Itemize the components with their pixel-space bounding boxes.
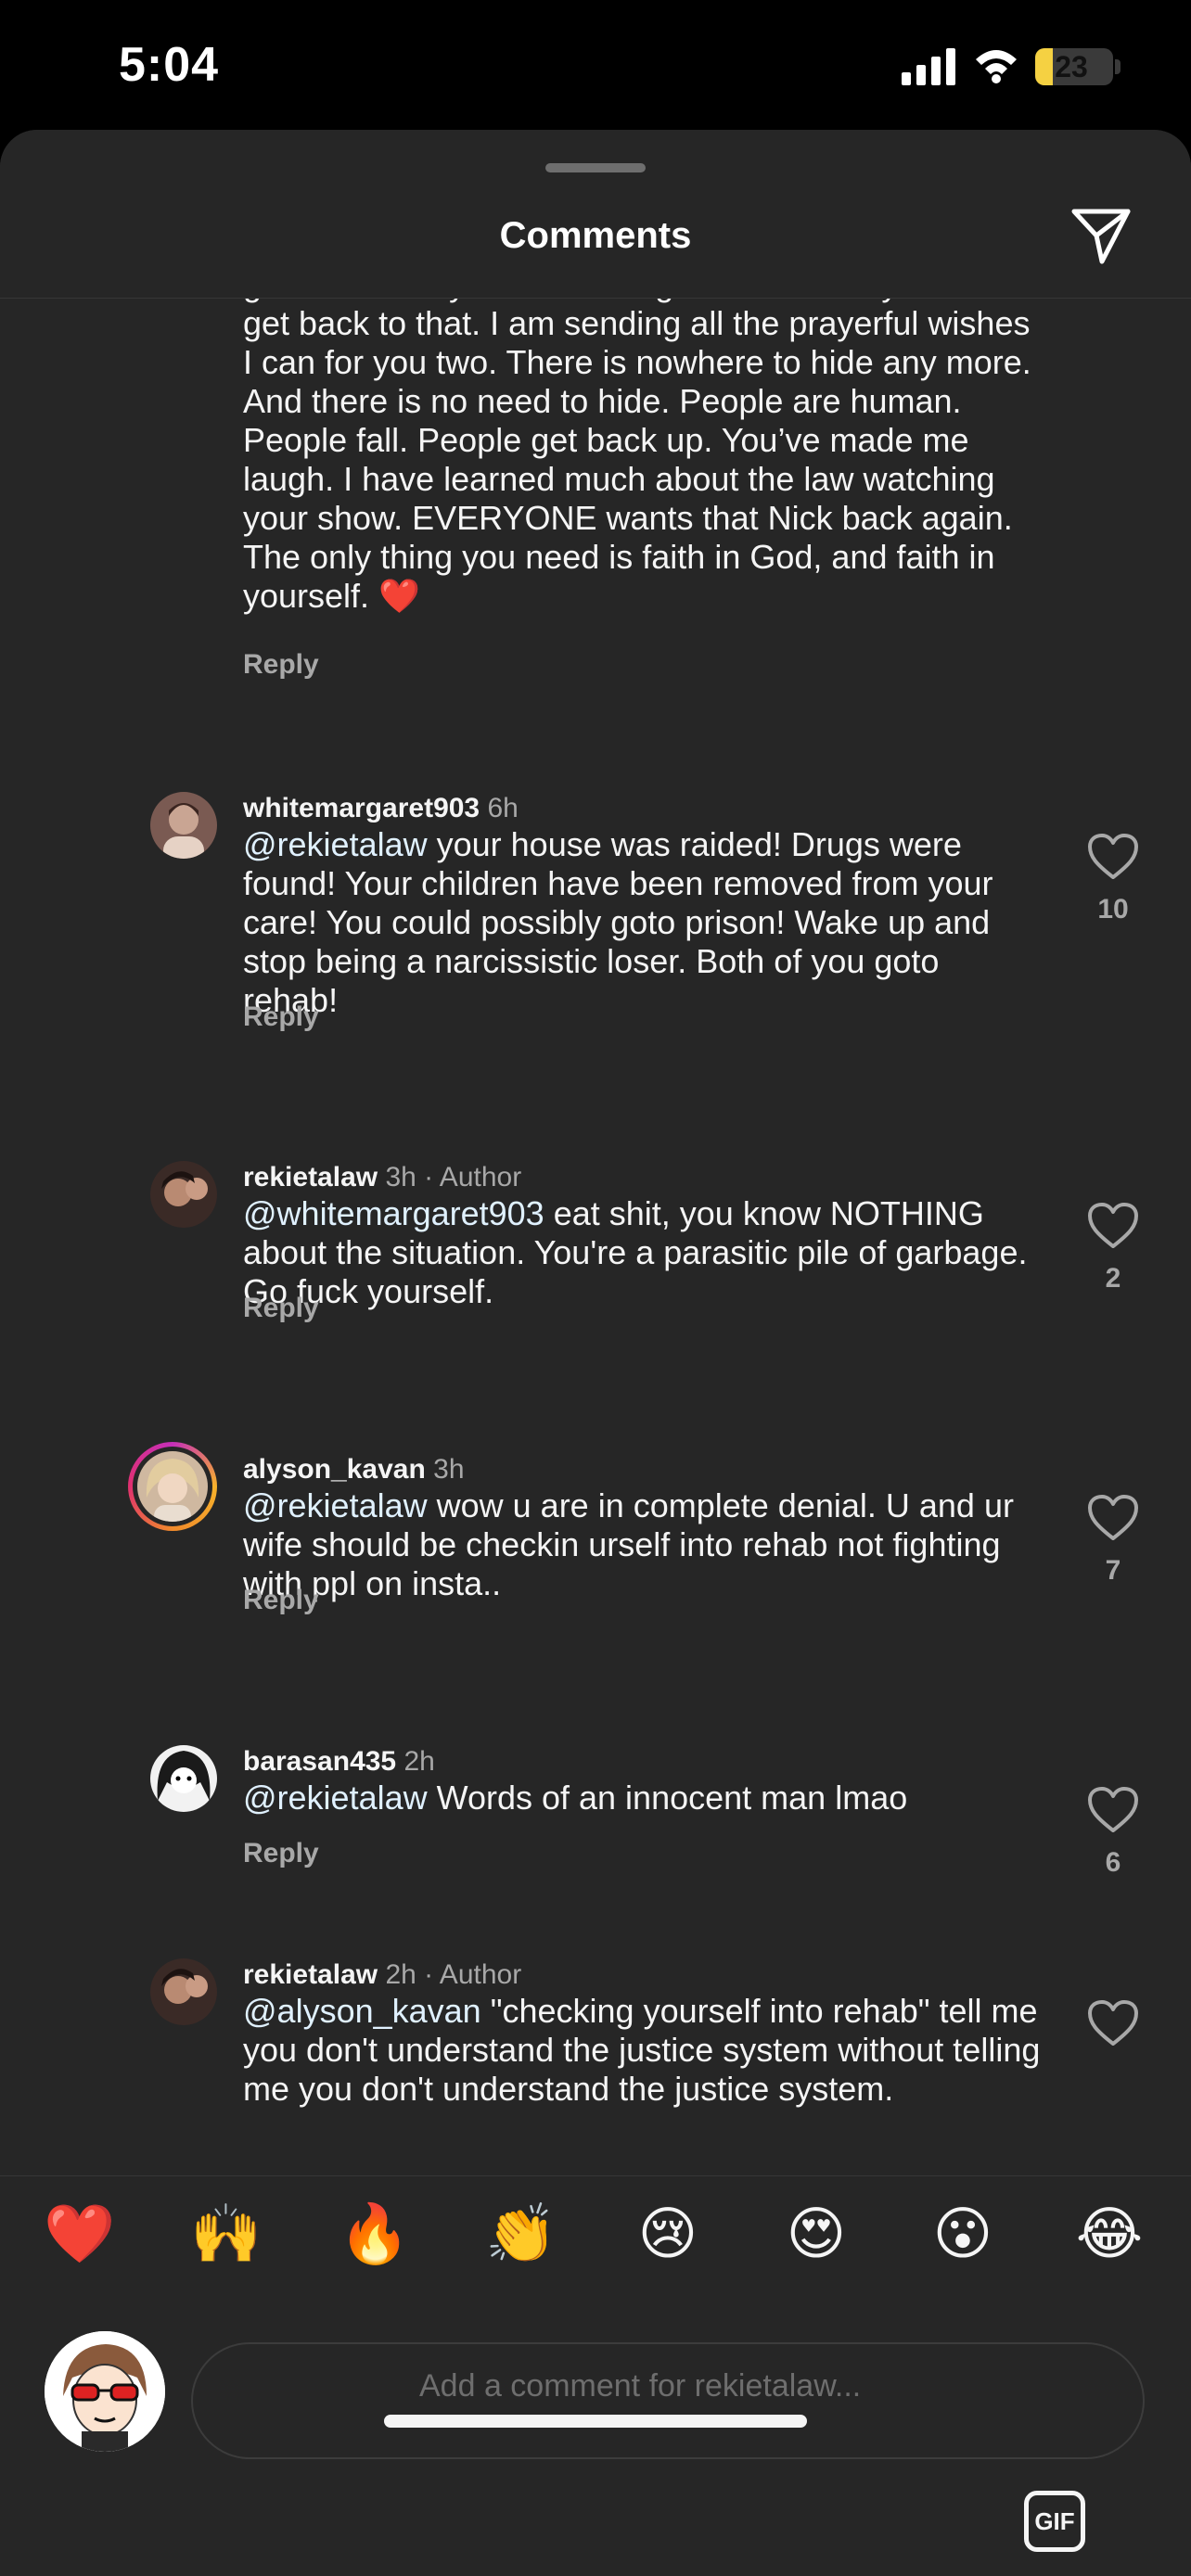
- my-avatar: [45, 2331, 165, 2452]
- heart-icon[interactable]: [1087, 1494, 1139, 1542]
- username[interactable]: alyson_kavan: [243, 1454, 426, 1485]
- comment-text: @rekietalaw Words of an innocent man lma…: [243, 1779, 1041, 1817]
- comment-time: 6h: [487, 793, 519, 823]
- status-time: 5:04: [119, 38, 220, 92]
- comment-text: great Dad. Kayla an amazing Mom. I know …: [243, 299, 1031, 615]
- battery-percent: 23: [1055, 50, 1088, 83]
- comment-meta: rekietalaw 2h · Author: [243, 1958, 521, 1992]
- like-count: 6: [1105, 1847, 1121, 1878]
- like-count: 7: [1105, 1555, 1121, 1586]
- reply-button[interactable]: Reply: [243, 1293, 319, 1324]
- battery-tip: [1115, 59, 1121, 74]
- comment-time: 2h: [403, 1746, 435, 1777]
- mention-link[interactable]: @alyson_kavan: [243, 1992, 481, 2030]
- avatar[interactable]: [150, 1958, 217, 2025]
- gif-button[interactable]: GIF: [1024, 2491, 1085, 2552]
- heart-icon[interactable]: [1087, 1786, 1139, 1834]
- avatar-story-ring[interactable]: [128, 1442, 217, 1531]
- comment-meta: rekietalaw 3h · Author: [243, 1161, 521, 1194]
- home-indicator[interactable]: [384, 2415, 807, 2428]
- comment-text: @whitemargaret903 eat shit, you know NOT…: [243, 1194, 1041, 1311]
- heart-icon[interactable]: [1087, 833, 1139, 881]
- mention-link[interactable]: @rekietalaw: [243, 1486, 428, 1524]
- reaction-surprised[interactable]: 😮: [926, 2197, 1000, 2271]
- cellular-signal-icon: [902, 48, 955, 85]
- sheet-header: Comments: [0, 130, 1191, 299]
- username[interactable]: whitemargaret903: [243, 793, 480, 823]
- comment-input-placeholder: Add a comment for rekietalaw...: [419, 2368, 862, 2404]
- reply-button[interactable]: Reply: [243, 1585, 319, 1616]
- avatar[interactable]: [150, 792, 217, 859]
- username[interactable]: rekietalaw: [243, 1959, 378, 1990]
- reaction-crying[interactable]: 😢: [631, 2197, 705, 2271]
- comment-time: 2h · Author: [385, 1959, 522, 1990]
- status-bar: 5:04 23: [0, 0, 1191, 130]
- reply-button[interactable]: Reply: [243, 649, 319, 681]
- reaction-clap[interactable]: 👏: [484, 2197, 558, 2271]
- like-count: 10: [1097, 894, 1129, 925]
- paper-plane-icon[interactable]: [1069, 204, 1133, 269]
- comment-text: @rekietalaw wow u are in complete denial…: [243, 1486, 1041, 1603]
- reaction-raised-hands[interactable]: 🙌: [189, 2197, 263, 2271]
- comment-meta: whitemargaret903 6h: [243, 792, 519, 825]
- comment-meta: alyson_kavan 3h: [243, 1453, 465, 1486]
- reply-button[interactable]: Reply: [243, 1838, 319, 1869]
- reaction-heart-eyes[interactable]: 😍: [779, 2197, 853, 2271]
- mention-link[interactable]: @rekietalaw: [243, 825, 428, 863]
- wifi-icon: [976, 50, 1017, 83]
- username[interactable]: rekietalaw: [243, 1162, 378, 1192]
- comment-composer: Add a comment for rekietalaw... GIF: [0, 2287, 1191, 2576]
- comment-time: 3h: [433, 1454, 465, 1485]
- mention-link[interactable]: @whitemargaret903: [243, 1194, 544, 1232]
- avatar[interactable]: [150, 1745, 217, 1812]
- heart-icon[interactable]: [1087, 1999, 1139, 2047]
- comment-meta: barasan435 2h: [243, 1745, 435, 1779]
- avatar[interactable]: [150, 1161, 217, 1228]
- reaction-fire[interactable]: 🔥: [338, 2197, 412, 2271]
- reaction-laughing[interactable]: 😂: [1072, 2197, 1146, 2271]
- comments-sheet: great Dad. Kayla an amazing Mom. I know …: [0, 130, 1191, 2576]
- comment-text: @alyson_kavan "checking yourself into re…: [243, 1992, 1041, 2109]
- comment-time: 3h · Author: [385, 1162, 522, 1192]
- username[interactable]: barasan435: [243, 1746, 396, 1777]
- reaction-heart[interactable]: ❤️: [43, 2197, 117, 2271]
- like-count: 2: [1105, 1263, 1121, 1294]
- comments-list[interactable]: great Dad. Kayla an amazing Mom. I know …: [0, 299, 1191, 2175]
- mention-link[interactable]: @rekietalaw: [243, 1779, 428, 1817]
- page-title: Comments: [499, 215, 692, 256]
- sheet-grabber[interactable]: [545, 163, 646, 172]
- battery-icon: 23: [1035, 48, 1113, 85]
- heart-icon[interactable]: [1087, 1202, 1139, 1250]
- comment-body: Words of an innocent man lmao: [427, 1779, 908, 1817]
- quick-reactions-bar: ❤️ 🙌 🔥 👏 😢 😍 😮 😂: [0, 2175, 1191, 2287]
- comment-text: @rekietalaw your house was raided! Drugs…: [243, 825, 1041, 1020]
- reply-button[interactable]: Reply: [243, 1001, 319, 1033]
- comment-input[interactable]: Add a comment for rekietalaw...: [191, 2342, 1145, 2459]
